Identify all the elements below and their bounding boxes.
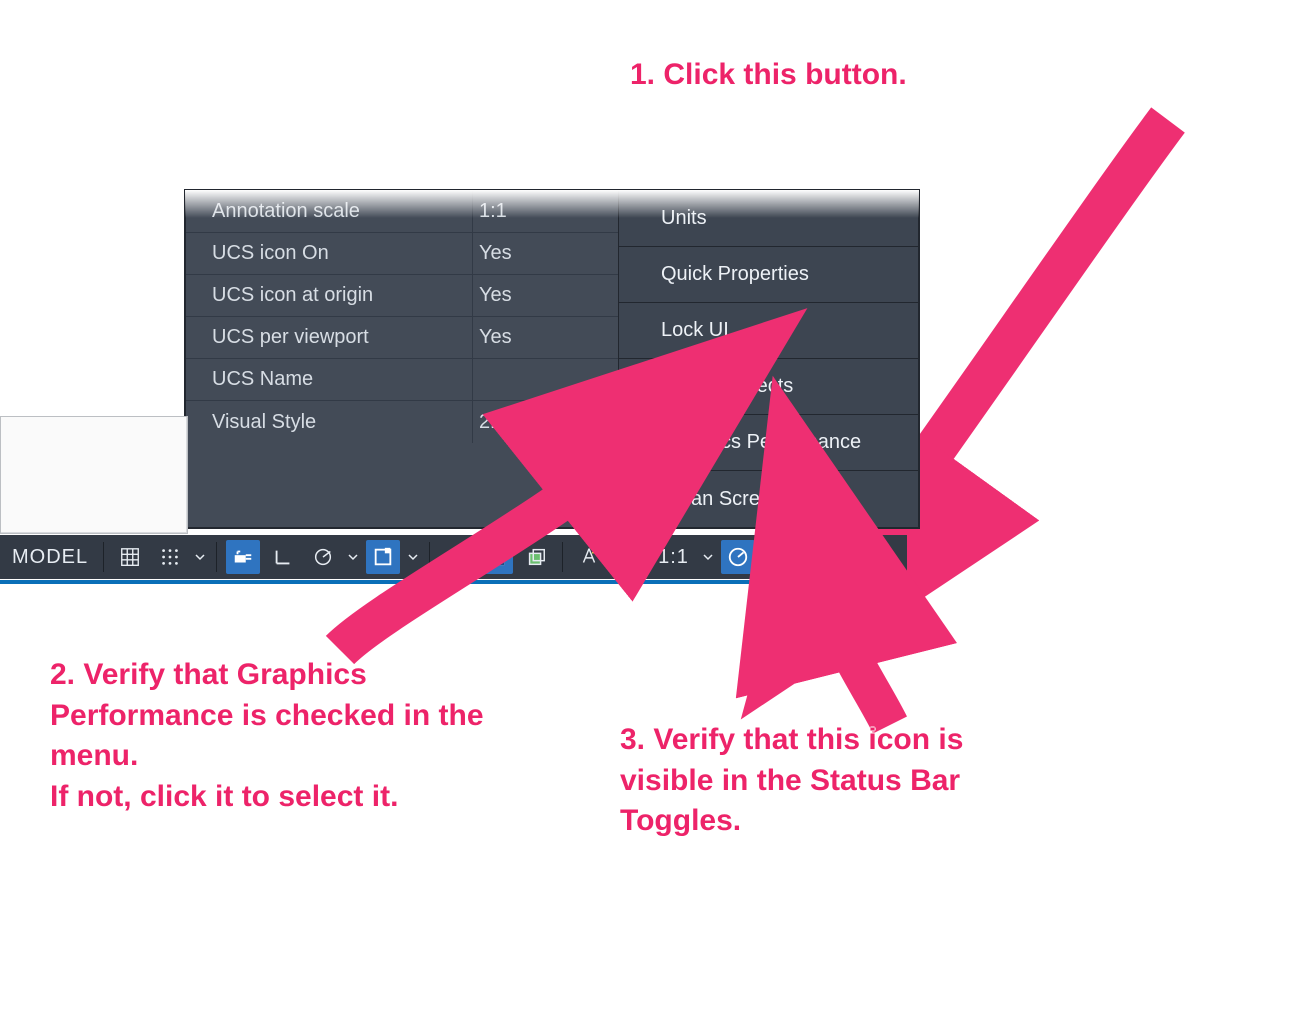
property-value[interactable]: Yes: [472, 317, 618, 358]
dropdown-icon[interactable]: [193, 552, 207, 562]
dropdown-icon[interactable]: [406, 552, 420, 562]
osnap-icon[interactable]: [366, 540, 400, 574]
property-row[interactable]: Annotation scale 1:1: [186, 191, 618, 233]
selection-cycling-icon[interactable]: [519, 540, 553, 574]
model-button[interactable]: MODEL: [6, 546, 94, 569]
properties-panel: Annotation scale 1:1 UCS icon On Yes UCS…: [186, 191, 618, 527]
property-row[interactable]: Visual Style 2D Wiref: [186, 401, 618, 443]
polar-tracking-icon[interactable]: [306, 540, 340, 574]
property-value[interactable]: 1:1: [472, 191, 618, 232]
menu-item-units[interactable]: Units: [619, 191, 918, 247]
menu-item-label: Isolate Objects: [661, 375, 793, 398]
ortho-icon[interactable]: [266, 540, 300, 574]
annotation-visibility-icon[interactable]: [572, 540, 606, 574]
menu-item-label: Units: [661, 207, 707, 230]
property-value[interactable]: [472, 359, 618, 400]
check-icon: [631, 434, 649, 452]
property-label: UCS per viewport: [186, 326, 472, 349]
menu-item-label: Lock UI: [661, 319, 729, 342]
snap-icon[interactable]: [153, 540, 187, 574]
dynamic-input-icon[interactable]: [226, 540, 260, 574]
lineweight-icon[interactable]: [439, 540, 473, 574]
annotation-scale-button[interactable]: 1:1: [652, 546, 695, 569]
property-row[interactable]: UCS Name: [186, 359, 618, 401]
menu-item-label: Quick Properties: [661, 263, 809, 286]
property-label: UCS icon On: [186, 242, 472, 265]
transparency-icon[interactable]: [479, 540, 513, 574]
dropdown-icon[interactable]: [346, 552, 360, 562]
property-value[interactable]: Yes: [472, 275, 618, 316]
grid-icon[interactable]: [113, 540, 147, 574]
accent-underline: [0, 580, 907, 584]
menu-item-label: Graphics Performance: [661, 431, 861, 454]
annotation-step2: 2. Verify that Graphics Performance is c…: [50, 655, 550, 817]
command-line-stub[interactable]: [0, 416, 188, 534]
annotation-step1: 1. Click this button.: [630, 55, 1190, 96]
property-value[interactable]: Yes: [472, 233, 618, 274]
property-row[interactable]: UCS icon On Yes: [186, 233, 618, 275]
property-value[interactable]: 2D Wiref: [472, 401, 618, 443]
customization-menu-button[interactable]: [774, 540, 808, 574]
property-label: Visual Style: [186, 411, 472, 434]
graphics-performance-icon[interactable]: [721, 540, 755, 574]
menu-item-lock-ui[interactable]: Lock UI: [619, 303, 918, 359]
property-label: UCS Name: [186, 368, 472, 391]
property-label: UCS icon at origin: [186, 284, 472, 307]
dropdown-icon[interactable]: [701, 552, 715, 562]
annotation-step3: 3. Verify that this icon is visible in t…: [620, 720, 1050, 842]
status-bar: MODEL: [0, 535, 907, 579]
properties-and-menu: Annotation scale 1:1 UCS icon On Yes UCS…: [185, 190, 919, 528]
property-row[interactable]: UCS icon at origin Yes: [186, 275, 618, 317]
menu-item-quick-properties[interactable]: Quick Properties: [619, 247, 918, 303]
menu-item-label: Clean Screen: [661, 488, 782, 511]
customization-menu: Units Quick Properties Lock UI Isolate O…: [618, 191, 918, 527]
menu-item-graphics-performance[interactable]: Graphics Performance: [619, 415, 918, 471]
annotation-autoscale-icon[interactable]: [612, 540, 646, 574]
property-row[interactable]: UCS per viewport Yes: [186, 317, 618, 359]
property-label: Annotation scale: [186, 200, 472, 223]
menu-item-clean-screen[interactable]: Clean Screen: [619, 471, 918, 527]
menu-item-isolate-objects[interactable]: Isolate Objects: [619, 359, 918, 415]
